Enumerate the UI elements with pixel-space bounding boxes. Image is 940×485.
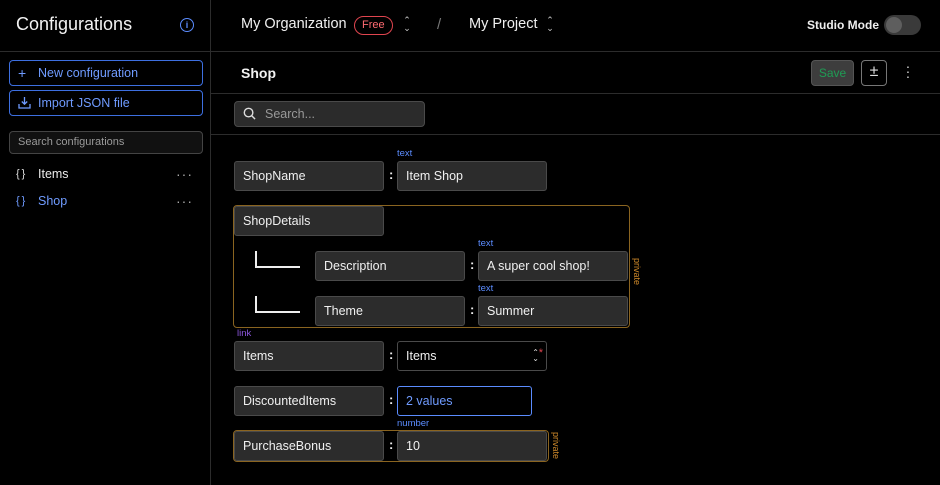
key-field-theme[interactable]: Theme [315, 296, 465, 326]
required-indicator: * [538, 347, 543, 359]
tree-connector [255, 251, 300, 268]
project-switcher-icon[interactable]: ⌃ ⌄ [545, 16, 555, 33]
braces-icon: {} [16, 195, 28, 207]
top-bar: My Organization Free ⌃ ⌄ / My Project ⌃ ⌄ … [211, 0, 940, 52]
type-label: text [478, 283, 494, 294]
config-item-shop[interactable]: {} Shop ··· [0, 190, 210, 212]
selected-value: Items [406, 349, 437, 363]
private-label: private [551, 432, 561, 460]
studio-mode-label: Studio Mode [807, 18, 879, 32]
new-configuration-label: New configuration [38, 66, 139, 80]
organization-name[interactable]: My Organization [241, 16, 347, 32]
page-title: Shop [241, 65, 276, 81]
search-icon [243, 107, 256, 120]
key-field-shopdetails[interactable]: ShopDetails [234, 206, 384, 236]
add-remove-button[interactable]: ± [861, 60, 887, 86]
chevron-up-down-icon: ⌃ ⌄ [532, 348, 539, 363]
colon-separator: : [389, 392, 394, 407]
value-field-theme[interactable]: Summer [478, 296, 628, 326]
field-search-input[interactable]: Search... [234, 101, 425, 127]
import-json-button[interactable]: Import JSON file [9, 90, 203, 116]
project-name[interactable]: My Project [469, 16, 538, 32]
type-label: number [397, 418, 430, 429]
key-field-discounteditems[interactable]: DiscountedItems [234, 386, 384, 416]
more-options-icon[interactable]: ··· [176, 163, 193, 185]
private-label: private [632, 258, 642, 286]
value-select-items[interactable]: Items * ⌃ ⌄ [397, 341, 547, 371]
toggle-knob [886, 17, 902, 33]
colon-separator: : [389, 437, 394, 452]
search-bar-area: Search... [211, 94, 940, 135]
type-label: link [237, 328, 252, 339]
value-field-description[interactable]: A super cool shop! [478, 251, 628, 281]
value-field-discounteditems[interactable]: 2 values [397, 386, 532, 416]
colon-separator: : [470, 302, 475, 317]
more-vertical-icon[interactable]: · · · [904, 59, 912, 83]
plan-badge: Free [354, 16, 393, 35]
info-icon[interactable]: i [180, 18, 194, 32]
import-json-label: Import JSON file [38, 96, 130, 110]
value-field-purchasebonus[interactable]: 10 [397, 431, 547, 461]
key-field-description[interactable]: Description [315, 251, 465, 281]
plus-icon: + [18, 65, 27, 81]
config-item-label: Shop [38, 194, 68, 208]
type-label: text [478, 238, 494, 249]
colon-separator: : [389, 167, 394, 182]
colon-separator: : [389, 347, 394, 362]
save-button[interactable]: Save [811, 60, 854, 86]
config-item-items[interactable]: {} Items ··· [0, 163, 210, 185]
sidebar-title: Configurations [16, 14, 133, 34]
key-field-shopname[interactable]: ShopName [234, 161, 384, 191]
page-header: Shop Save ± · · · [211, 52, 940, 94]
value-field-shopname[interactable]: Item Shop [397, 161, 547, 191]
search-placeholder: Search... [265, 107, 316, 121]
new-configuration-button[interactable]: + New configuration [9, 60, 203, 86]
tree-connector [255, 296, 300, 313]
sidebar: Configurations i + New configuration Imp… [0, 0, 211, 485]
breadcrumb-separator: / [437, 16, 442, 33]
organization-switcher-icon[interactable]: ⌃ ⌄ [402, 16, 412, 33]
more-options-icon[interactable]: ··· [176, 190, 193, 212]
config-search-input[interactable]: Search configurations [9, 131, 203, 154]
colon-separator: : [470, 257, 475, 272]
braces-icon: {} [16, 168, 28, 180]
config-item-label: Items [38, 167, 69, 181]
key-field-purchasebonus[interactable]: PurchaseBonus [234, 431, 384, 461]
import-icon [18, 91, 31, 116]
type-label: text [397, 148, 413, 159]
key-field-items[interactable]: Items [234, 341, 384, 371]
sidebar-header: Configurations i [0, 0, 210, 52]
studio-mode-toggle[interactable] [884, 15, 921, 35]
